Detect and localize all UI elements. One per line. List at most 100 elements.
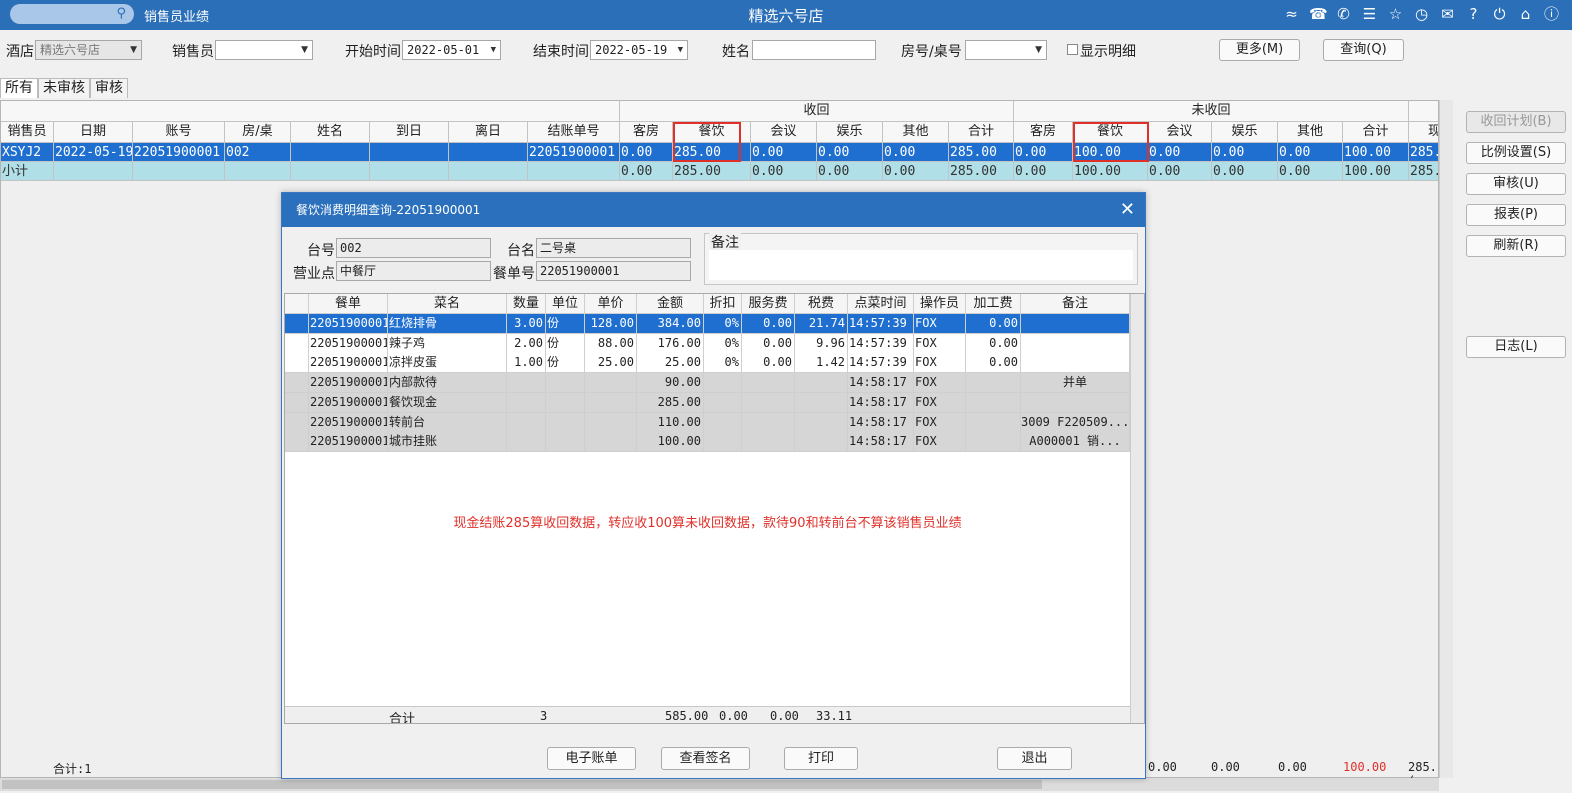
- column-header[interactable]: 客房: [1014, 122, 1073, 143]
- column-header[interactable]: 税费: [795, 294, 848, 314]
- table-cell[interactable]: 份: [546, 333, 585, 354]
- column-header[interactable]: 数量: [507, 294, 546, 314]
- table-cell[interactable]: 0%: [704, 314, 742, 334]
- refresh-button[interactable]: 刷新(R): [1466, 235, 1566, 257]
- table-cell[interactable]: 285.0: [1409, 143, 1438, 162]
- table-cell[interactable]: 100.00: [637, 432, 704, 453]
- recovery-plan-button[interactable]: 收回计划(B): [1466, 111, 1566, 133]
- table-cell[interactable]: [1021, 392, 1130, 413]
- table-cell[interactable]: 384.00: [637, 314, 704, 334]
- print-button[interactable]: 打印: [784, 747, 858, 770]
- table-cell[interactable]: [546, 412, 585, 433]
- table-cell[interactable]: [966, 432, 1021, 453]
- column-header[interactable]: 餐单: [309, 294, 388, 314]
- column-header[interactable]: 账号: [133, 122, 225, 143]
- table-cell[interactable]: [507, 392, 546, 413]
- row-indicator[interactable]: [285, 412, 309, 433]
- column-header[interactable]: 服务费: [742, 294, 795, 314]
- column-header[interactable]: 日期: [54, 122, 133, 143]
- mail-icon[interactable]: ✉: [1439, 4, 1456, 24]
- column-header[interactable]: 单位: [546, 294, 585, 314]
- search-input[interactable]: ⚲: [10, 4, 134, 24]
- row-indicator[interactable]: [285, 314, 309, 334]
- table-cell[interactable]: 并单: [1021, 373, 1130, 394]
- table-cell[interactable]: 0.00: [883, 143, 949, 162]
- table-cell[interactable]: 14:58:17: [848, 412, 914, 433]
- table-cell[interactable]: 0.00: [966, 353, 1021, 374]
- column-header[interactable]: 备注: [1021, 294, 1130, 314]
- wifi-icon[interactable]: ≈: [1283, 4, 1300, 24]
- row-indicator[interactable]: [285, 432, 309, 453]
- column-header[interactable]: 其他: [883, 122, 949, 143]
- table-cell[interactable]: FOX: [914, 353, 966, 374]
- table-cell[interactable]: [704, 432, 742, 453]
- row-indicator[interactable]: [285, 373, 309, 394]
- clock-icon[interactable]: ◷: [1413, 4, 1430, 24]
- grid-vertical-scrollbar[interactable]: [1439, 100, 1453, 778]
- table-cell[interactable]: 0.00: [1014, 143, 1073, 162]
- table-cell[interactable]: 0.00: [966, 314, 1021, 334]
- table-cell[interactable]: 城市挂账: [388, 432, 507, 453]
- table-cell[interactable]: 25.00: [585, 353, 637, 374]
- table-cell[interactable]: FOX: [914, 333, 966, 354]
- table-cell[interactable]: [546, 392, 585, 413]
- table-cell[interactable]: 002: [225, 143, 291, 162]
- table-cell[interactable]: XSYJ2: [1, 143, 54, 162]
- table-cell[interactable]: 转前台: [388, 412, 507, 433]
- e-bill-button[interactable]: 电子账单: [547, 747, 636, 770]
- column-header[interactable]: 操作员: [914, 294, 966, 314]
- column-header[interactable]: 点菜时间: [848, 294, 914, 314]
- table-cell[interactable]: 餐饮现金: [388, 392, 507, 413]
- table-cell[interactable]: 份: [546, 314, 585, 334]
- log-button[interactable]: 日志(L): [1466, 336, 1566, 358]
- table-cell[interactable]: [1021, 353, 1130, 374]
- column-header[interactable]: 娱乐: [817, 122, 883, 143]
- more-button[interactable]: 更多(M): [1219, 39, 1300, 61]
- home-icon[interactable]: ⌂: [1517, 4, 1534, 24]
- row-indicator[interactable]: [285, 392, 309, 413]
- table-cell[interactable]: 0%: [704, 353, 742, 374]
- grid-horizontal-scrollbar[interactable]: [0, 778, 1439, 791]
- table-cell[interactable]: 0.00: [742, 314, 795, 334]
- column-header[interactable]: 金额: [637, 294, 704, 314]
- table-cell[interactable]: 0.00: [966, 333, 1021, 354]
- end-time-picker[interactable]: 2022-05-19 ▼: [590, 40, 688, 60]
- column-header[interactable]: 会议: [751, 122, 817, 143]
- table-cell[interactable]: 红烧排骨: [388, 314, 507, 334]
- table-cell[interactable]: 14:57:39: [848, 353, 914, 374]
- table-cell[interactable]: 内部款待: [388, 373, 507, 394]
- table-cell[interactable]: 2.00: [507, 333, 546, 354]
- column-header[interactable]: 现: [1409, 122, 1438, 143]
- table-cell[interactable]: 22051900001: [309, 373, 388, 394]
- table-cell[interactable]: 0.00: [751, 143, 817, 162]
- table-cell[interactable]: [546, 432, 585, 453]
- exit-button[interactable]: 退出: [997, 747, 1072, 770]
- table-cell[interactable]: A000001 销...: [1021, 432, 1130, 453]
- table-cell[interactable]: 份: [546, 353, 585, 374]
- query-button[interactable]: 查询(Q): [1323, 39, 1404, 61]
- remark-input[interactable]: [709, 250, 1133, 280]
- column-header[interactable]: 单价: [585, 294, 637, 314]
- table-cell[interactable]: [585, 392, 637, 413]
- table-cell[interactable]: 1.00: [507, 353, 546, 374]
- tab-all[interactable]: 所有: [0, 78, 38, 98]
- table-cell[interactable]: 0.00: [817, 143, 883, 162]
- table-cell[interactable]: 22051900001: [528, 143, 620, 162]
- table-cell[interactable]: [795, 373, 848, 394]
- column-header[interactable]: 会议: [1148, 122, 1212, 143]
- table-cell[interactable]: 2022-05-19: [54, 143, 133, 162]
- table-cell[interactable]: 88.00: [585, 333, 637, 354]
- table-cell[interactable]: 14:58:17: [848, 373, 914, 394]
- column-header[interactable]: 结账单号: [528, 122, 620, 143]
- table-cell[interactable]: 14:58:17: [848, 392, 914, 413]
- table-cell[interactable]: [585, 432, 637, 453]
- table-cell[interactable]: [742, 432, 795, 453]
- star-icon[interactable]: ☆: [1387, 4, 1404, 24]
- table-cell[interactable]: 22051900001: [309, 412, 388, 433]
- table-cell[interactable]: 9.96: [795, 333, 848, 354]
- help-icon[interactable]: ?: [1465, 4, 1482, 24]
- table-cell[interactable]: FOX: [914, 392, 966, 413]
- table-cell[interactable]: [742, 373, 795, 394]
- column-header[interactable]: 其他: [1278, 122, 1343, 143]
- table-cell[interactable]: 0.00: [742, 353, 795, 374]
